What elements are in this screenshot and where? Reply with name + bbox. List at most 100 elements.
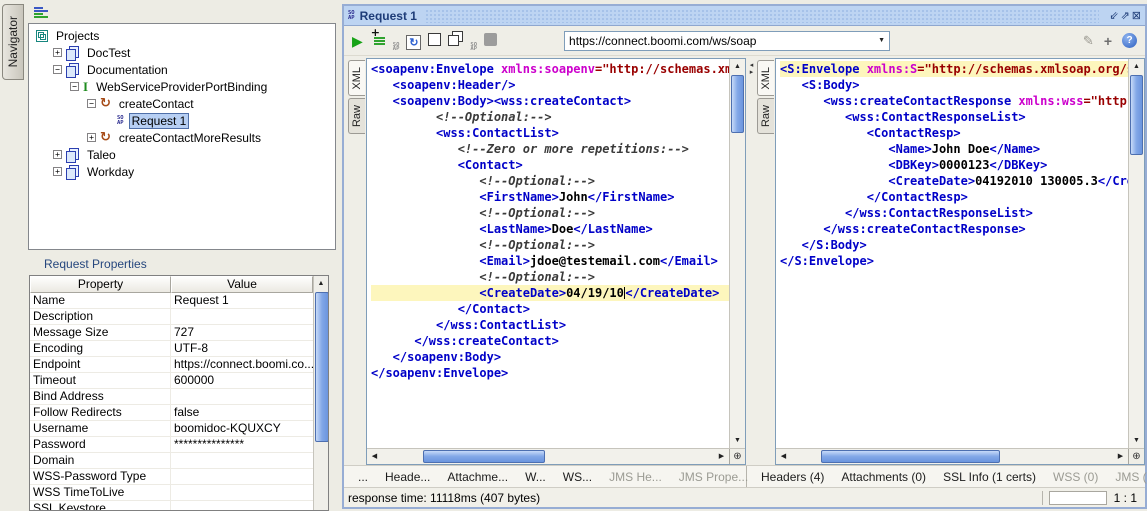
tree-item-label[interactable]: Projects [53, 28, 102, 44]
highlighted-code-line[interactable]: <S:Envelope xmlns:S="http://schemas.xmls… [780, 61, 1128, 77]
window-titlebar[interactable]: SO AP Request 1 ⇙ ⇗ ⊠ [344, 6, 1145, 26]
code-line[interactable]: <Email>jdoe@testemail.com</Email> [371, 253, 729, 269]
collapse-left-icon[interactable]: ◂ [750, 62, 754, 69]
value-column-header[interactable]: Value [171, 276, 313, 293]
scrollbar-thumb[interactable] [422, 449, 545, 463]
tree-item-label[interactable]: createContact [116, 96, 197, 112]
scroll-up-icon[interactable]: ▲ [730, 59, 745, 74]
request-tab-xml[interactable]: XML [348, 60, 365, 96]
code-line[interactable]: <soapenv:Envelope xmlns:soapenv="http://… [371, 61, 729, 77]
request-hscrollbar[interactable]: ◀ ▶ ⊕ [367, 448, 745, 464]
property-name[interactable]: Domain [30, 453, 171, 469]
code-line[interactable]: <wss:ContactResponseList> [780, 109, 1128, 125]
request-tab-attachme[interactable]: Attachme... [447, 470, 508, 484]
property-name[interactable]: Follow Redirects [30, 405, 171, 421]
tree-item-webserviceproviderportbinding[interactable]: − I WebServiceProviderPortBinding [29, 78, 335, 95]
editor-splitter[interactable]: ◂ ▸ [746, 58, 757, 465]
collapse-icon[interactable]: − [70, 82, 79, 91]
endpoint-combo[interactable]: https://connect.boomi.com/ws/soap ▼ [564, 30, 891, 51]
code-line[interactable]: <soapenv:Body><wss:createContact> [371, 93, 729, 109]
code-line[interactable]: <!--Optional:--> [371, 173, 729, 189]
scroll-right-icon[interactable]: ▶ [714, 449, 729, 464]
property-name[interactable]: WSS-Password Type [30, 469, 171, 485]
property-value[interactable]: UTF-8 [171, 341, 313, 357]
request-tab-heade[interactable]: Heade... [385, 470, 430, 484]
help-button[interactable]: ? [1122, 33, 1137, 48]
clear-button[interactable] [428, 32, 442, 46]
tree-item-label[interactable]: Documentation [84, 62, 171, 78]
property-value[interactable] [171, 501, 313, 510]
highlighted-code-line[interactable]: <CreateDate>04/19/10 </CreateDate> [371, 285, 729, 301]
scroll-right-icon[interactable]: ▶ [1113, 449, 1128, 464]
scroll-left-icon[interactable]: ◀ [776, 449, 791, 464]
property-name[interactable]: Description [30, 309, 171, 325]
property-name[interactable]: Password [30, 437, 171, 453]
property-row-encoding[interactable]: Encoding UTF-8 [30, 341, 313, 357]
tree-item-label[interactable]: Request 1 [128, 112, 190, 129]
tree-item-documentation[interactable]: − Documentation [29, 61, 335, 78]
code-line[interactable]: <wss:createContactResponse xmlns:wss="ht… [780, 93, 1128, 109]
scroll-up-icon[interactable]: ▲ [1129, 59, 1144, 74]
tree-item-createcontact[interactable]: − ↻ createContact [29, 95, 335, 112]
property-name[interactable]: Username [30, 421, 171, 437]
code-line[interactable]: <CreateDate>04192010 130005.3</Creat [780, 173, 1128, 189]
response-tab-headers-4[interactable]: Headers (4) [761, 470, 824, 484]
response-hscrollbar[interactable]: ◀ ▶ ⊕ [776, 448, 1144, 464]
close-button[interactable]: ⊠ [1132, 10, 1141, 22]
minimize-button[interactable]: ⇙ [1109, 10, 1118, 22]
expand-icon[interactable]: + [87, 133, 96, 142]
property-row-bind-address[interactable]: Bind Address [30, 389, 313, 405]
property-row-description[interactable]: Description [30, 309, 313, 325]
property-row-username[interactable]: Username boomidoc-KQUXCY [30, 421, 313, 437]
code-line[interactable]: <Contact> [371, 157, 729, 173]
property-value[interactable]: boomidoc-KQUXCY [171, 421, 313, 437]
collapse-right-icon[interactable]: ▸ [750, 69, 754, 76]
property-name[interactable]: Endpoint [30, 357, 171, 373]
tree-item-request-1[interactable]: SO AP Request 1 [29, 112, 335, 129]
code-line[interactable]: <LastName>Doe</LastName> [371, 221, 729, 237]
code-line[interactable]: </S:Body> [780, 237, 1128, 253]
property-value[interactable]: false [171, 405, 313, 421]
tree-item-createcontactmoreresults[interactable]: + ↻ createContactMoreResults [29, 129, 335, 146]
code-line[interactable]: </wss:ContactList> [371, 317, 729, 333]
properties-scrollbar[interactable]: ▲ [313, 276, 328, 510]
tree-item-label[interactable]: Workday [84, 164, 137, 180]
property-row-password[interactable]: Password *************** [30, 437, 313, 453]
property-value[interactable] [171, 469, 313, 485]
code-line[interactable]: <!--Zero or more repetitions:--> [371, 141, 729, 157]
maximize-button[interactable]: ⇗ [1121, 10, 1130, 22]
submit-button[interactable]: ▶ [352, 33, 363, 50]
property-value[interactable]: Request 1 [171, 293, 313, 309]
collapse-icon[interactable]: − [87, 99, 96, 108]
tree-item-label[interactable]: WebServiceProviderPortBinding [93, 79, 270, 95]
navigator-tab[interactable]: Navigator [2, 4, 24, 80]
property-value[interactable] [171, 309, 313, 325]
property-row-endpoint[interactable]: Endpoint https://connect.boomi.co... [30, 357, 313, 373]
add-to-testcase-button[interactable]: + [370, 27, 386, 46]
scrollbar-thumb[interactable] [731, 75, 744, 133]
property-name[interactable]: Message Size [30, 325, 171, 341]
request-tab-raw[interactable]: Raw [348, 98, 365, 134]
property-name[interactable]: WSS TimeToLive [30, 485, 171, 501]
tree-options-icon[interactable] [34, 7, 50, 20]
tree-item-taleo[interactable]: + Taleo [29, 146, 335, 163]
scroll-down-icon[interactable]: ▼ [730, 433, 745, 448]
property-name[interactable]: Timeout [30, 373, 171, 389]
tree-item-workday[interactable]: + Workday [29, 163, 335, 180]
response-tab-xml[interactable]: XML [757, 60, 774, 96]
collapse-icon[interactable]: − [53, 65, 62, 74]
code-line[interactable]: </wss:ContactResponseList> [780, 205, 1128, 221]
expand-icon[interactable]: + [53, 48, 62, 57]
code-line[interactable]: <!--Optional:--> [371, 237, 729, 253]
code-line[interactable]: <soapenv:Header/> [371, 77, 729, 93]
magnifier-icon[interactable]: ⊕ [729, 449, 745, 464]
clone-request-button[interactable] [448, 30, 464, 46]
property-row-timeout[interactable]: Timeout 600000 [30, 373, 313, 389]
tree-item-doctest[interactable]: + DocTest [29, 44, 335, 61]
scrollbar-thumb[interactable] [315, 292, 328, 442]
code-line[interactable]: </soapenv:Body> [371, 349, 729, 365]
expand-icon[interactable]: + [53, 167, 62, 176]
response-tab-raw[interactable]: Raw [757, 98, 774, 134]
response-vscrollbar[interactable]: ▲ ▼ [1128, 59, 1144, 448]
request-tab-w[interactable]: W... [525, 470, 546, 484]
